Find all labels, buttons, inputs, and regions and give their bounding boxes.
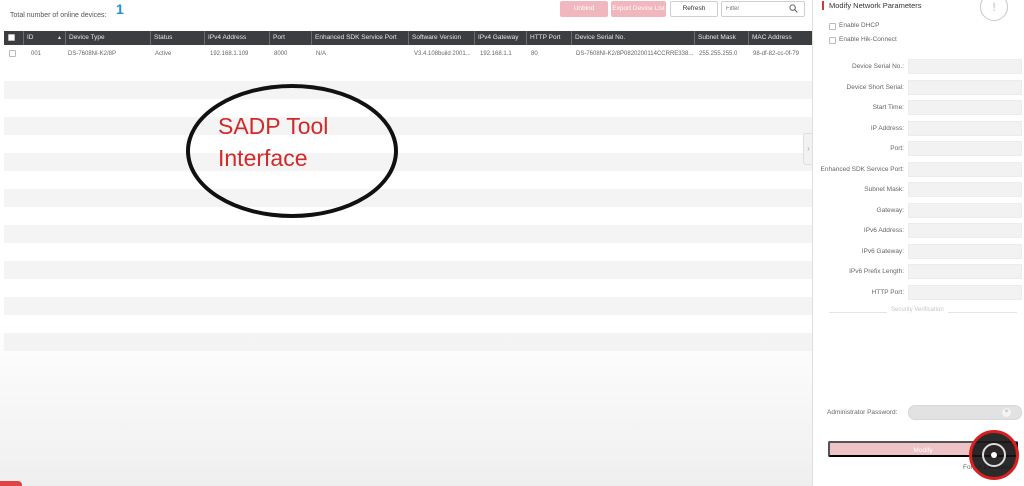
device-serial-label: Device Serial No.: [851,63,904,70]
empty-row [4,225,812,243]
cell-subnet-mask: 255.255.255.0 [699,51,738,57]
column-header-ipv4-address[interactable]: IPv4 Address [204,31,269,45]
corner-logo-mark [0,481,22,486]
sdk-port-field[interactable] [908,162,1022,177]
panel-title: Modify Network Parameters [822,1,922,10]
refresh-button[interactable]: Refresh [670,1,718,17]
column-header-http-port[interactable]: HTTP Port [526,31,571,45]
empty-row [4,261,812,279]
ipv6-gateway-field[interactable] [908,244,1022,259]
cell-id: 001 [31,51,42,57]
cell-sdk-port: N/A [316,51,327,57]
ip-address-field[interactable] [908,121,1022,136]
enable-dhcp-option[interactable]: Enable DHCP [829,22,880,30]
security-verification-label: Security Verification [887,307,948,313]
start-time-label: Start Time: [872,104,904,111]
admin-password-label: Administrator Password: [827,409,898,416]
port-field[interactable] [908,141,1022,156]
empty-row [4,189,812,207]
cell-status: Active [155,51,172,57]
start-time-field[interactable] [908,100,1022,115]
port-label: Port: [890,145,904,152]
enable-hik-connect-option[interactable]: Enable Hik-Connect [829,36,897,44]
gateway-field[interactable] [908,203,1022,218]
column-header-port[interactable]: Port [269,31,311,45]
record-ring [982,443,1006,467]
cell-serial-no: DS-7608NI-K2/8P0820200114CCRRE338... [576,51,694,57]
http-port-field[interactable] [908,285,1022,300]
select-all-checkbox[interactable] [8,34,15,41]
cell-mac-address: 98-df-82-cc-0f-79 [753,51,800,57]
cell-device-type: DS-7608NI-K2/8P [68,51,117,57]
device-short-serial-label: Device Short Serial: [846,84,904,91]
column-header-software-version[interactable]: Software Version [408,31,474,45]
column-header-status[interactable]: Status [150,31,204,45]
annotation-text: SADP Tool Interface [218,110,378,174]
cell-ipv4-address: 192.168.1.109 [210,51,249,57]
column-header-sdk-port[interactable]: Enhanced SDK Service Port [311,31,408,45]
device-table: ID ▲ Device Type Status IPv4 Address Por… [4,31,812,486]
table-row[interactable]: 001 DS-7608NI-K2/8P Active 192.168.1.109… [4,45,812,63]
table-header: ID ▲ Device Type Status IPv4 Address Por… [4,31,812,45]
ipv6-address-label: IPv6 Address: [863,227,904,234]
record-icon[interactable] [969,430,1019,480]
column-header-mac-address[interactable]: MAC Address [748,31,812,45]
search-icon[interactable] [789,4,798,13]
subnet-mask-field[interactable] [908,182,1022,197]
enable-dhcp-label: Enable DHCP [839,22,880,29]
empty-row [4,333,812,351]
row-checkbox[interactable] [9,50,16,57]
ipv6-prefix-length-label: IPv6 Prefix Length: [849,268,904,275]
column-header-id[interactable]: ID ▲ [23,31,65,45]
cell-port: 8000 [274,51,288,57]
modify-network-panel: Modify Network Parameters ! Enable DHCP … [812,0,1024,486]
cell-software-version: V3.4.108build 2001... [414,51,471,57]
enable-dhcp-checkbox[interactable] [829,23,836,30]
cell-ipv4-gateway: 192.168.1.1 [480,51,512,57]
info-icon[interactable]: ! [980,0,1008,21]
gateway-label: Gateway: [876,207,904,214]
sdk-port-label: Enhanced SDK Service Port: [820,166,904,173]
clear-icon[interactable]: × [1002,408,1011,417]
empty-row [4,81,812,99]
unbind-button[interactable]: Unbind [560,1,608,17]
ip-address-label: IP Address: [870,125,904,132]
cell-http-port: 80 [531,51,538,57]
device-serial-field[interactable] [908,59,1022,74]
column-header-subnet-mask[interactable]: Subnet Mask [694,31,748,45]
subnet-mask-label: Subnet Mask: [864,186,904,193]
ipv6-gateway-label: IPv6 Gateway: [861,248,904,255]
ipv6-prefix-length-field[interactable] [908,264,1022,279]
export-device-list-button[interactable]: Export Device List [611,1,666,17]
sort-up-icon: ▲ [57,35,62,41]
annotation-line-1: SADP Tool [218,113,329,139]
empty-row [4,117,812,135]
record-dot [991,452,997,458]
ipv6-address-field[interactable] [908,223,1022,238]
annotation-line-2: Interface [218,145,308,171]
column-header-ipv4-gateway[interactable]: IPv4 Gateway [474,31,526,45]
column-header-device-type[interactable]: Device Type [65,31,150,45]
online-devices-label: Total number of online devices: [10,12,107,19]
column-header-serial-no[interactable]: Device Serial No. [571,31,694,45]
enable-hik-connect-checkbox[interactable] [829,37,836,44]
top-bar: Total number of online devices: 1 Unbind… [0,0,812,30]
device-short-serial-field[interactable] [908,80,1022,95]
online-devices-count: 1 [116,1,124,17]
http-port-label: HTTP Port: [871,289,904,296]
enable-hik-connect-label: Enable Hik-Connect [839,36,897,43]
empty-row [4,297,812,315]
empty-row [4,153,812,171]
